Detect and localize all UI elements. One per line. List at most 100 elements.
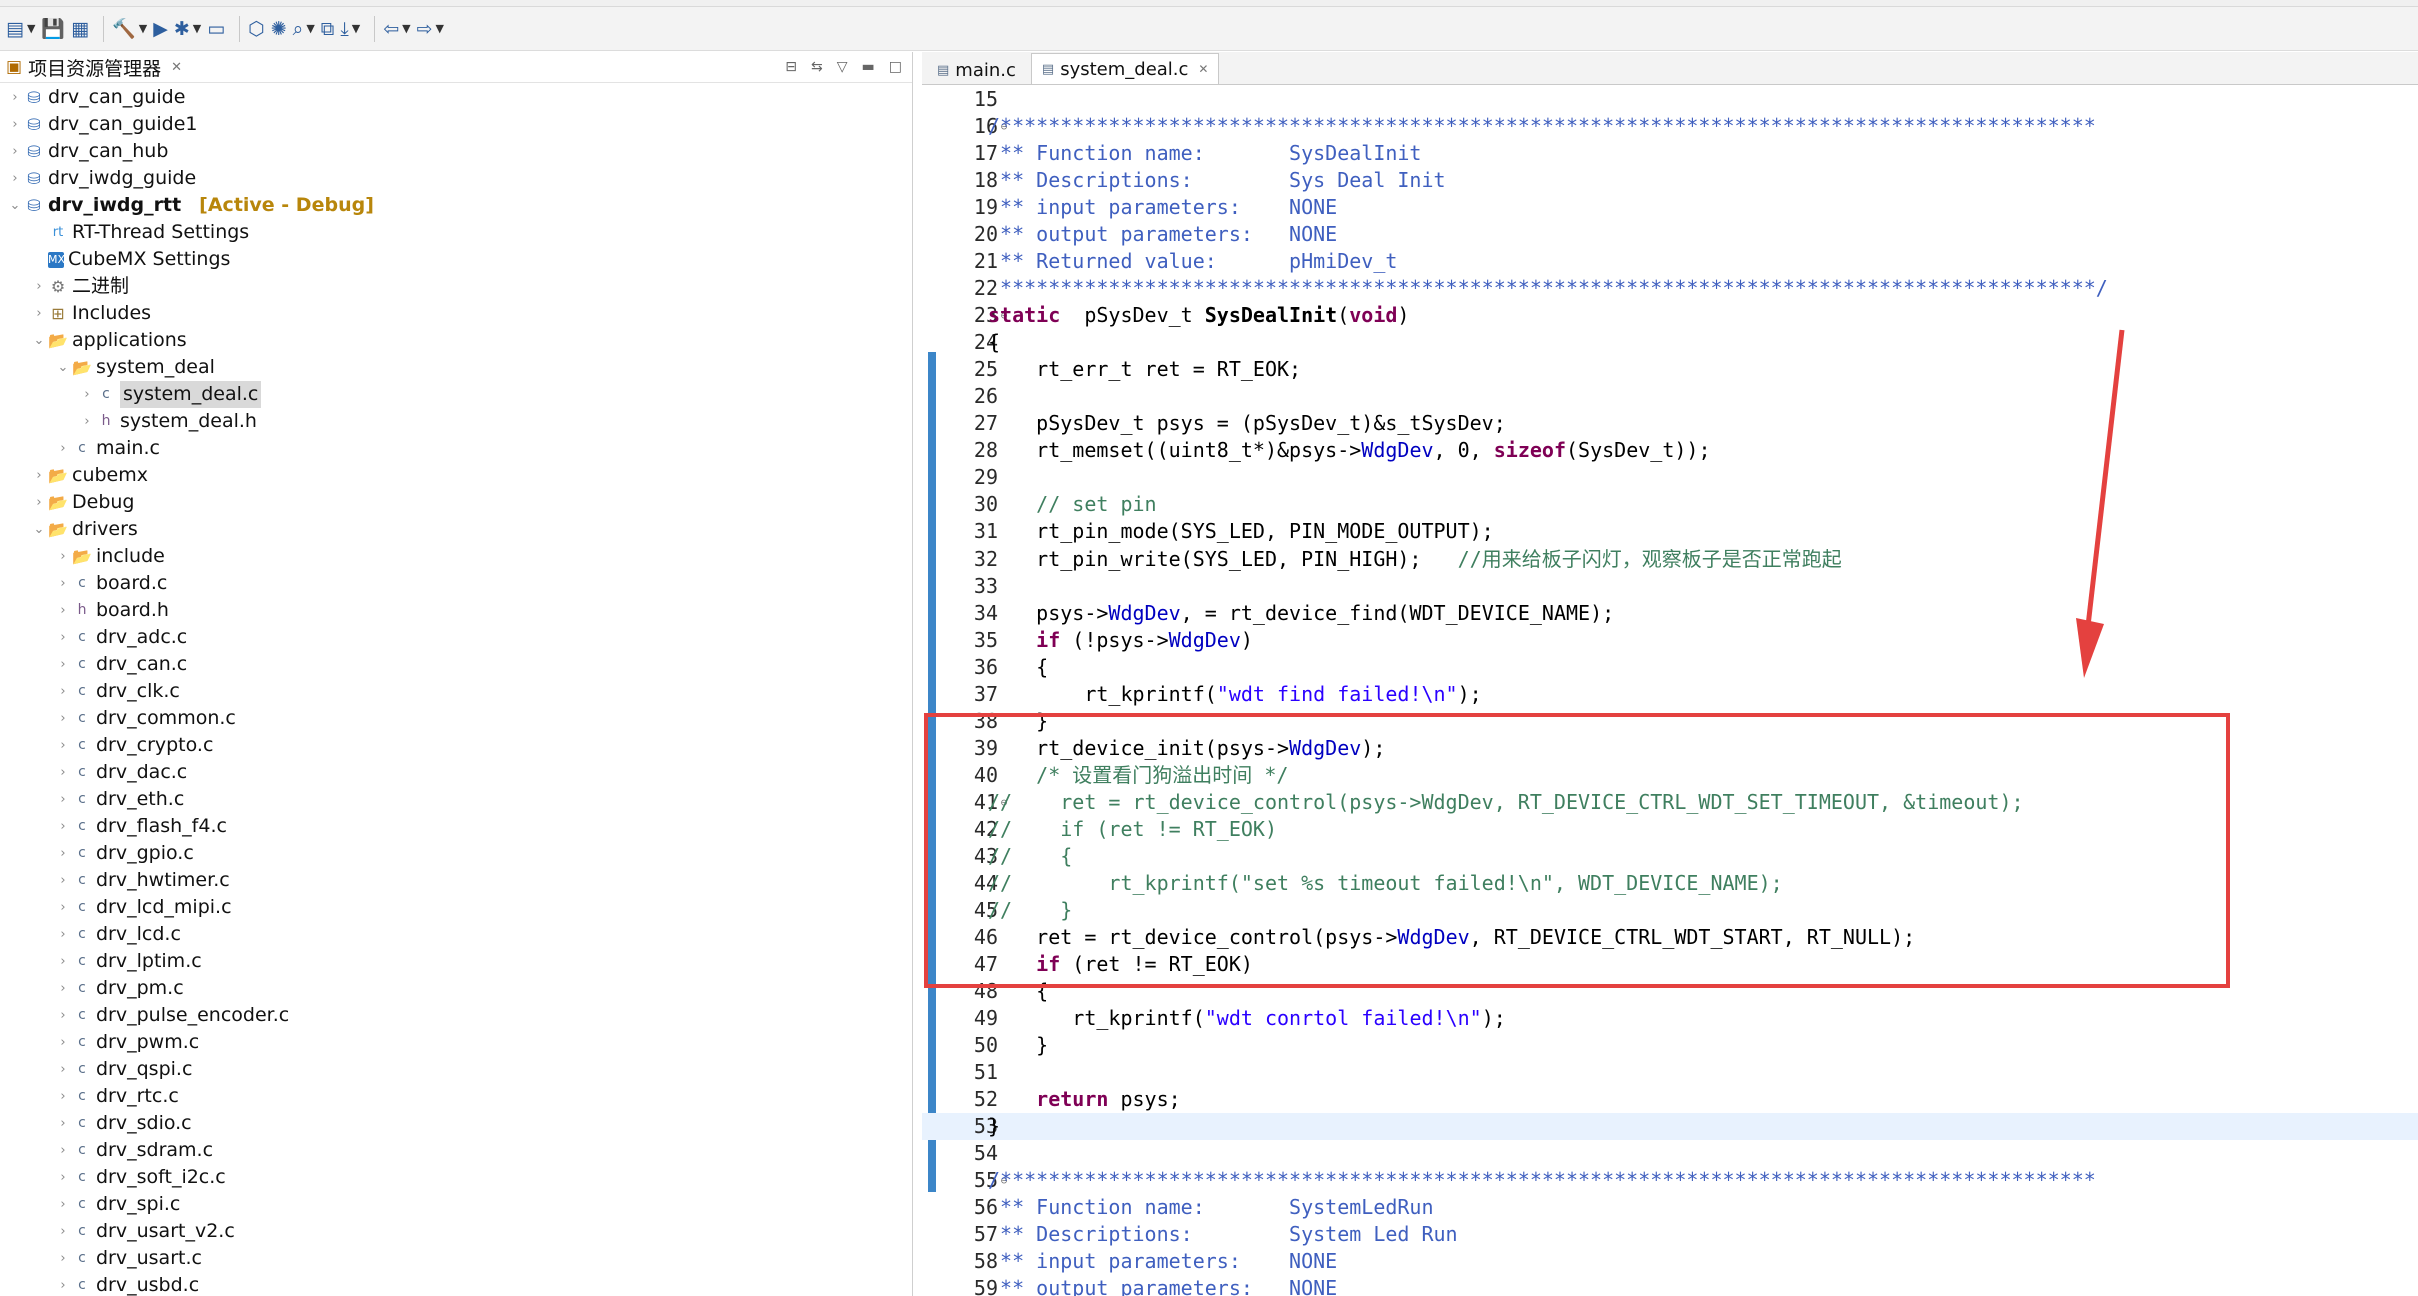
tree-item[interactable]: › h system_deal.h (0, 408, 257, 435)
chevron-right-icon[interactable]: › (56, 1272, 70, 1296)
tree-item[interactable]: ⌄ ⛁ drv_iwdg_rtt [Active - Debug] (0, 192, 374, 219)
tree-item[interactable]: › c drv_sdio.c (0, 1110, 191, 1137)
run-icon[interactable]: ▶ (153, 14, 168, 44)
link-editor-icon[interactable]: ⇆ (811, 59, 823, 75)
tree-item[interactable]: › c drv_usart_v2.c (0, 1218, 234, 1245)
chevron-right-icon[interactable]: › (32, 300, 46, 327)
new-icon[interactable]: ▤ ▼ (6, 14, 35, 44)
search-icon[interactable]: ⌕ ▼ (293, 14, 315, 44)
dropdown-caret-icon[interactable]: ▼ (27, 22, 35, 35)
tree-item[interactable]: › c drv_common.c (0, 705, 235, 732)
chevron-right-icon[interactable]: › (56, 1002, 70, 1029)
close-icon[interactable]: ✕ (1198, 62, 1208, 76)
dropdown-caret-icon[interactable]: ▼ (436, 22, 444, 35)
tree-item[interactable]: › c drv_lcd_mipi.c (0, 894, 231, 921)
tree-item[interactable]: › c drv_clk.c (0, 678, 179, 705)
chevron-right-icon[interactable]: › (56, 543, 70, 570)
editor-tab[interactable]: ▤ system_deal.c ✕ (1030, 53, 1220, 84)
chevron-right-icon[interactable]: › (56, 1056, 70, 1083)
chevron-right-icon[interactable]: › (8, 84, 22, 111)
tree-item[interactable]: › c drv_spi.c (0, 1191, 180, 1218)
tree-item[interactable]: › c drv_usart.c (0, 1245, 202, 1272)
dropdown-caret-icon[interactable]: ▼ (402, 22, 410, 35)
chevron-right-icon[interactable]: › (56, 1137, 70, 1164)
tree-item[interactable]: › c drv_lptim.c (0, 948, 201, 975)
editor-tab[interactable]: ▤ main.c (926, 55, 1027, 84)
chevron-right-icon[interactable]: › (56, 732, 70, 759)
chevron-right-icon[interactable]: › (56, 813, 70, 840)
tree-item[interactable]: rt RT-Thread Settings (0, 219, 249, 246)
tree-item[interactable]: › c drv_gpio.c (0, 840, 193, 867)
tree-item[interactable]: › c drv_adc.c (0, 624, 187, 651)
chevron-right-icon[interactable]: › (56, 1245, 70, 1272)
chip-icon[interactable]: ⬡ (248, 14, 265, 44)
tree-item[interactable]: › c drv_can.c (0, 651, 187, 678)
chevron-down-icon[interactable]: ⌄ (56, 354, 70, 381)
tree-item[interactable]: › c main.c (0, 435, 160, 462)
chevron-right-icon[interactable]: › (56, 1110, 70, 1137)
chevron-right-icon[interactable]: › (32, 489, 46, 516)
chevron-right-icon[interactable]: › (56, 786, 70, 813)
chevron-right-icon[interactable]: › (80, 381, 94, 408)
view-menu-icon[interactable]: ▽ (837, 59, 848, 75)
tree-item[interactable]: ⌄ 📂 applications (0, 327, 187, 354)
chevron-down-icon[interactable]: ⌄ (32, 516, 46, 543)
forward-icon[interactable]: ⇨ ▼ (417, 14, 444, 44)
tree-item[interactable]: › c drv_pwm.c (0, 1029, 199, 1056)
tree-item[interactable]: › c drv_lcd.c (0, 921, 181, 948)
chevron-right-icon[interactable]: › (80, 408, 94, 435)
chevron-right-icon[interactable]: › (56, 678, 70, 705)
tree-item[interactable]: › c drv_flash_f4.c (0, 813, 227, 840)
tree-item[interactable]: › c drv_qspi.c (0, 1056, 192, 1083)
chevron-right-icon[interactable]: › (56, 921, 70, 948)
dropdown-caret-icon[interactable]: ▼ (193, 22, 201, 35)
chevron-right-icon[interactable]: › (32, 462, 46, 489)
tree-item[interactable]: ⌄ 📂 drivers (0, 516, 138, 543)
tree-item[interactable]: › c drv_crypto.c (0, 732, 213, 759)
chevron-right-icon[interactable]: › (56, 1029, 70, 1056)
dropdown-caret-icon[interactable]: ▼ (139, 22, 147, 35)
tree-item[interactable]: › ⊞ Includes (0, 300, 151, 327)
dropdown-caret-icon[interactable]: ▼ (306, 22, 314, 35)
back-icon[interactable]: ⇦ ▼ (383, 14, 410, 44)
chevron-right-icon[interactable]: › (56, 1083, 70, 1110)
tree-item[interactable]: › ⛁ drv_can_guide (0, 84, 185, 111)
chevron-right-icon[interactable]: › (56, 975, 70, 1002)
debug-icon[interactable]: ✱ ▼ (174, 14, 201, 44)
tree-item[interactable]: › c board.c (0, 570, 167, 597)
project-explorer-tab[interactable]: ▣ 项目资源管理器 ✕ (0, 52, 188, 82)
tree-item[interactable]: › 📂 Debug (0, 489, 134, 516)
chevron-right-icon[interactable]: › (8, 111, 22, 138)
chevron-right-icon[interactable]: › (56, 570, 70, 597)
monitor-icon[interactable]: ▭ (207, 14, 225, 44)
tree-item[interactable]: › c drv_dac.c (0, 759, 187, 786)
chevron-down-icon[interactable]: ⌄ (32, 327, 46, 354)
chevron-down-icon[interactable]: ⌄ (8, 192, 22, 219)
tree-item[interactable]: › c drv_hwtimer.c (0, 867, 229, 894)
chevron-right-icon[interactable]: › (56, 651, 70, 678)
chevron-right-icon[interactable]: › (56, 624, 70, 651)
save-icon[interactable]: 💾 (41, 14, 65, 44)
chevron-right-icon[interactable]: › (56, 759, 70, 786)
tree-item[interactable]: › c drv_eth.c (0, 786, 184, 813)
tree-item[interactable]: › c drv_soft_i2c.c (0, 1164, 225, 1191)
save-all-icon[interactable]: ▦ (71, 14, 89, 44)
tree-item[interactable]: › c system_deal.c (0, 381, 262, 408)
chevron-right-icon[interactable]: › (8, 165, 22, 192)
dropdown-caret-icon[interactable]: ▼ (352, 22, 360, 35)
tree-item[interactable]: › ⛁ drv_can_hub (0, 138, 168, 165)
chevron-right-icon[interactable]: › (56, 705, 70, 732)
tree-item[interactable]: › c drv_rtc.c (0, 1083, 178, 1110)
tree-item[interactable]: › ⛁ drv_can_guide1 (0, 111, 197, 138)
download-icon[interactable]: ⤓ ▼ (340, 14, 360, 44)
maximize-icon[interactable]: □ (889, 59, 902, 75)
tree-item[interactable]: MX CubeMX Settings (0, 246, 230, 273)
chevron-right-icon[interactable]: › (56, 867, 70, 894)
chevron-right-icon[interactable]: › (56, 435, 70, 462)
package-icon[interactable]: ⧉ (321, 14, 335, 44)
chevron-right-icon[interactable]: › (32, 273, 46, 300)
chevron-right-icon[interactable]: › (8, 138, 22, 165)
chevron-right-icon[interactable]: › (56, 1164, 70, 1191)
chevron-right-icon[interactable]: › (56, 597, 70, 624)
tree-item[interactable]: › c drv_usbd.c (0, 1272, 199, 1296)
